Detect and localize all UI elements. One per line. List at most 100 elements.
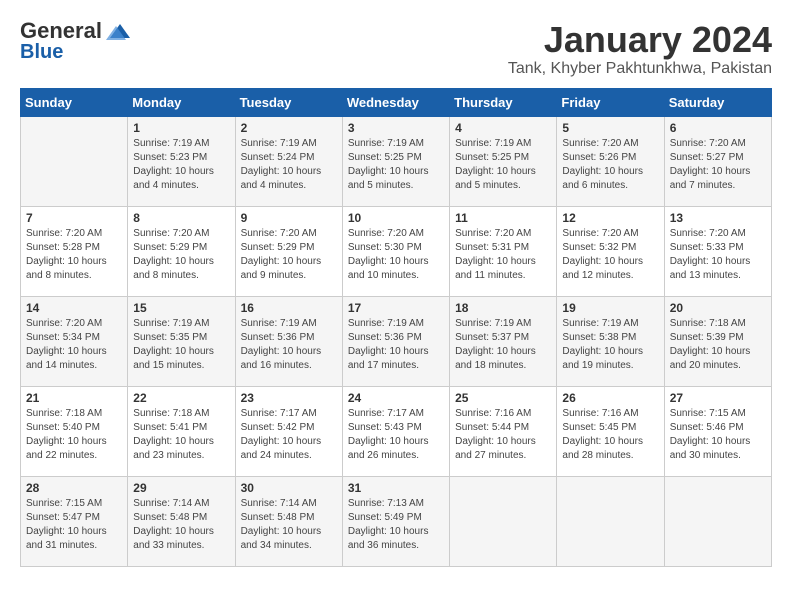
day-number: 27 — [670, 391, 766, 405]
day-number: 19 — [562, 301, 658, 315]
page-header: General Blue January 2024 Tank, Khyber P… — [20, 20, 772, 78]
day-info: Sunrise: 7:18 AM Sunset: 5:39 PM Dayligh… — [670, 317, 766, 373]
title-area: January 2024 Tank, Khyber Pakhtunkhwa, P… — [508, 20, 772, 78]
header-cell-wednesday: Wednesday — [342, 88, 449, 116]
day-info: Sunrise: 7:20 AM Sunset: 5:29 PM Dayligh… — [241, 227, 337, 283]
day-number: 9 — [241, 211, 337, 225]
day-cell: 26 Sunrise: 7:16 AM Sunset: 5:45 PM Dayli… — [557, 386, 664, 476]
day-cell: 3 Sunrise: 7:19 AM Sunset: 5:25 PM Daylig… — [342, 116, 449, 206]
day-info: Sunrise: 7:14 AM Sunset: 5:48 PM Dayligh… — [241, 497, 337, 553]
day-cell: 11 Sunrise: 7:20 AM Sunset: 5:31 PM Dayli… — [450, 206, 557, 296]
header-cell-sunday: Sunday — [21, 88, 128, 116]
day-cell: 1Sunrise: 7:19 AM Sunset: 5:23 PM Daylig… — [128, 116, 235, 206]
day-number: 10 — [348, 211, 444, 225]
day-number: 3 — [348, 121, 444, 135]
day-number: 12 — [562, 211, 658, 225]
calendar-subtitle: Tank, Khyber Pakhtunkhwa, Pakistan — [508, 60, 772, 78]
logo: General Blue — [20, 20, 132, 62]
day-info: Sunrise: 7:19 AM Sunset: 5:25 PM Dayligh… — [455, 137, 551, 193]
day-number: 16 — [241, 301, 337, 315]
day-cell: 29 Sunrise: 7:14 AM Sunset: 5:48 PM Dayli… — [128, 476, 235, 566]
header-row: SundayMondayTuesdayWednesdayThursdayFrid… — [21, 88, 772, 116]
logo-blue-text: Blue — [20, 42, 63, 62]
day-info: Sunrise: 7:18 AM Sunset: 5:41 PM Dayligh… — [133, 407, 229, 463]
day-cell: 5Sunrise: 7:20 AM Sunset: 5:26 PM Daylig… — [557, 116, 664, 206]
header-cell-friday: Friday — [557, 88, 664, 116]
day-cell: 21Sunrise: 7:18 AM Sunset: 5:40 PM Dayli… — [21, 386, 128, 476]
day-cell: 27Sunrise: 7:15 AM Sunset: 5:46 PM Dayli… — [664, 386, 771, 476]
day-info: Sunrise: 7:13 AM Sunset: 5:49 PM Dayligh… — [348, 497, 444, 553]
day-info: Sunrise: 7:19 AM Sunset: 5:38 PM Dayligh… — [562, 317, 658, 373]
day-info: Sunrise: 7:15 AM Sunset: 5:47 PM Dayligh… — [26, 497, 122, 553]
header-cell-saturday: Saturday — [664, 88, 771, 116]
day-info: Sunrise: 7:16 AM Sunset: 5:45 PM Dayligh… — [562, 407, 658, 463]
day-info: Sunrise: 7:19 AM Sunset: 5:37 PM Dayligh… — [455, 317, 551, 373]
day-info: Sunrise: 7:20 AM Sunset: 5:31 PM Dayligh… — [455, 227, 551, 283]
week-row-1: 1Sunrise: 7:19 AM Sunset: 5:23 PM Daylig… — [21, 116, 772, 206]
day-number: 29 — [133, 481, 229, 495]
day-info: Sunrise: 7:19 AM Sunset: 5:23 PM Dayligh… — [133, 137, 229, 193]
day-cell: 31 Sunrise: 7:13 AM Sunset: 5:49 PM Dayli… — [342, 476, 449, 566]
day-number: 17 — [348, 301, 444, 315]
day-info: Sunrise: 7:20 AM Sunset: 5:26 PM Dayligh… — [562, 137, 658, 193]
day-cell — [21, 116, 128, 206]
week-row-4: 21Sunrise: 7:18 AM Sunset: 5:40 PM Dayli… — [21, 386, 772, 476]
week-row-5: 28 Sunrise: 7:15 AM Sunset: 5:47 PM Dayli… — [21, 476, 772, 566]
day-info: Sunrise: 7:20 AM Sunset: 5:34 PM Dayligh… — [26, 317, 122, 373]
header-cell-thursday: Thursday — [450, 88, 557, 116]
day-cell: 30 Sunrise: 7:14 AM Sunset: 5:48 PM Dayli… — [235, 476, 342, 566]
day-number: 6 — [670, 121, 766, 135]
day-cell — [450, 476, 557, 566]
day-info: Sunrise: 7:20 AM Sunset: 5:29 PM Dayligh… — [133, 227, 229, 283]
day-cell: 14 Sunrise: 7:20 AM Sunset: 5:34 PM Dayli… — [21, 296, 128, 386]
week-row-2: 7Sunrise: 7:20 AM Sunset: 5:28 PM Daylig… — [21, 206, 772, 296]
day-cell: 28 Sunrise: 7:15 AM Sunset: 5:47 PM Dayli… — [21, 476, 128, 566]
day-number: 26 — [562, 391, 658, 405]
day-cell: 8 Sunrise: 7:20 AM Sunset: 5:29 PM Daylig… — [128, 206, 235, 296]
day-cell: 19 Sunrise: 7:19 AM Sunset: 5:38 PM Dayli… — [557, 296, 664, 386]
day-number: 23 — [241, 391, 337, 405]
day-number: 28 — [26, 481, 122, 495]
day-info: Sunrise: 7:17 AM Sunset: 5:43 PM Dayligh… — [348, 407, 444, 463]
day-info: Sunrise: 7:19 AM Sunset: 5:35 PM Dayligh… — [133, 317, 229, 373]
logo-text: General — [20, 20, 102, 42]
header-cell-monday: Monday — [128, 88, 235, 116]
day-info: Sunrise: 7:19 AM Sunset: 5:36 PM Dayligh… — [241, 317, 337, 373]
day-number: 21 — [26, 391, 122, 405]
day-cell — [664, 476, 771, 566]
day-info: Sunrise: 7:20 AM Sunset: 5:27 PM Dayligh… — [670, 137, 766, 193]
day-cell: 13 Sunrise: 7:20 AM Sunset: 5:33 PM Dayli… — [664, 206, 771, 296]
day-cell: 23 Sunrise: 7:17 AM Sunset: 5:42 PM Dayli… — [235, 386, 342, 476]
day-cell: 24Sunrise: 7:17 AM Sunset: 5:43 PM Dayli… — [342, 386, 449, 476]
day-number: 14 — [26, 301, 122, 315]
day-number: 18 — [455, 301, 551, 315]
calendar-table: SundayMondayTuesdayWednesdayThursdayFrid… — [20, 88, 772, 567]
day-cell: 22Sunrise: 7:18 AM Sunset: 5:41 PM Dayli… — [128, 386, 235, 476]
day-number: 2 — [241, 121, 337, 135]
day-number: 4 — [455, 121, 551, 135]
calendar-title: January 2024 — [508, 20, 772, 60]
day-number: 13 — [670, 211, 766, 225]
day-cell: 17Sunrise: 7:19 AM Sunset: 5:36 PM Dayli… — [342, 296, 449, 386]
day-info: Sunrise: 7:19 AM Sunset: 5:24 PM Dayligh… — [241, 137, 337, 193]
day-info: Sunrise: 7:14 AM Sunset: 5:48 PM Dayligh… — [133, 497, 229, 553]
day-info: Sunrise: 7:19 AM Sunset: 5:25 PM Dayligh… — [348, 137, 444, 193]
header-cell-tuesday: Tuesday — [235, 88, 342, 116]
day-cell: 15 Sunrise: 7:19 AM Sunset: 5:35 PM Dayli… — [128, 296, 235, 386]
day-number: 20 — [670, 301, 766, 315]
day-number: 30 — [241, 481, 337, 495]
day-info: Sunrise: 7:20 AM Sunset: 5:33 PM Dayligh… — [670, 227, 766, 283]
day-number: 31 — [348, 481, 444, 495]
day-cell: 9 Sunrise: 7:20 AM Sunset: 5:29 PM Daylig… — [235, 206, 342, 296]
day-info: Sunrise: 7:20 AM Sunset: 5:32 PM Dayligh… — [562, 227, 658, 283]
day-cell: 18 Sunrise: 7:19 AM Sunset: 5:37 PM Dayli… — [450, 296, 557, 386]
week-row-3: 14 Sunrise: 7:20 AM Sunset: 5:34 PM Dayli… — [21, 296, 772, 386]
day-number: 11 — [455, 211, 551, 225]
day-cell: 10Sunrise: 7:20 AM Sunset: 5:30 PM Dayli… — [342, 206, 449, 296]
day-number: 8 — [133, 211, 229, 225]
day-cell: 16 Sunrise: 7:19 AM Sunset: 5:36 PM Dayli… — [235, 296, 342, 386]
day-number: 15 — [133, 301, 229, 315]
day-info: Sunrise: 7:17 AM Sunset: 5:42 PM Dayligh… — [241, 407, 337, 463]
day-info: Sunrise: 7:20 AM Sunset: 5:28 PM Dayligh… — [26, 227, 122, 283]
day-cell: 20 Sunrise: 7:18 AM Sunset: 5:39 PM Dayli… — [664, 296, 771, 386]
